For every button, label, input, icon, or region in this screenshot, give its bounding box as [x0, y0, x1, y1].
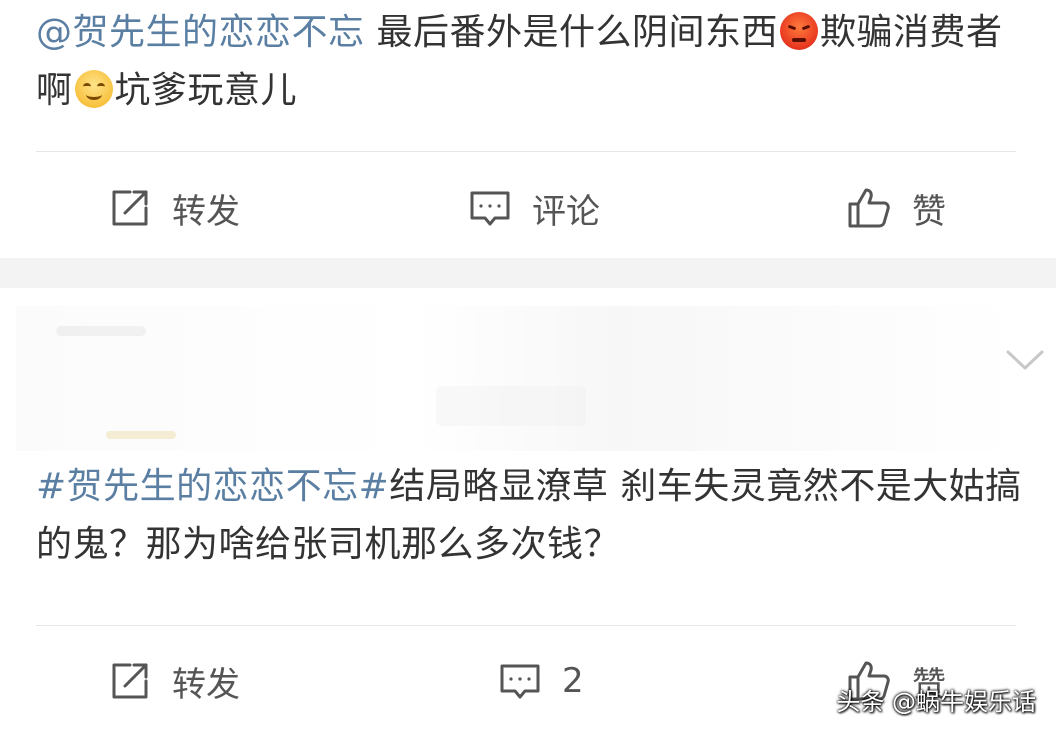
- smile-emoji-icon: [74, 70, 113, 108]
- weibo-post-1: @贺先生的恋恋不忘 最后番外是什么阴间东西欺骗消费者啊坑爹玩意儿 转发 评论: [0, 0, 1056, 258]
- divider: [36, 151, 1016, 152]
- comment-icon: [470, 191, 510, 226]
- repost-icon: [112, 663, 148, 699]
- weibo-post-2: #贺先生的恋恋不忘#结局略显潦草 刹车失灵竟然不是大姑搞的鬼？那为啥给张司机那么…: [0, 288, 1056, 737]
- repost-button[interactable]: 转发: [108, 178, 240, 238]
- blurred-user-header: [16, 306, 1016, 451]
- thumbs-up-icon: [848, 188, 890, 228]
- repost-icon: [112, 190, 148, 226]
- angry-emoji-icon: [779, 12, 818, 50]
- comment-button[interactable]: 评论: [468, 178, 600, 238]
- action-bar: 转发 评论 赞: [0, 178, 1056, 238]
- post-text: @贺先生的恋恋不忘 最后番外是什么阴间东西 欺骗消费者啊 坑爹玩意儿: [36, 4, 1026, 120]
- comment-label: 评论: [532, 191, 600, 232]
- comment-button[interactable]: 2: [498, 651, 584, 711]
- mention-link[interactable]: @贺先生的恋恋不忘: [36, 12, 365, 53]
- post-text-part: 最后番外是什么阴间东西: [364, 12, 778, 53]
- blurred-avatar-area: [56, 326, 146, 336]
- repost-label: 转发: [172, 191, 240, 232]
- comment-icon: [500, 664, 540, 699]
- divider: [36, 625, 1016, 626]
- watermark: 头条 @蜗牛娱乐话: [836, 688, 1036, 716]
- chevron-down-icon[interactable]: [1004, 346, 1046, 376]
- post-text: #贺先生的恋恋不忘#结局略显潦草 刹车失灵竟然不是大姑搞的鬼？那为啥给张司机那么…: [36, 458, 1026, 574]
- blurred-badge-area: [106, 431, 176, 439]
- comment-count: 2: [562, 661, 584, 701]
- blurred-username-area: [436, 386, 586, 426]
- repost-button[interactable]: 转发: [108, 651, 240, 711]
- like-label: 赞: [912, 191, 946, 232]
- post-text-part: 坑爹玩意儿: [114, 70, 298, 111]
- hashtag-link[interactable]: #贺先生的恋恋不忘#: [36, 466, 389, 507]
- like-button[interactable]: 赞: [846, 178, 946, 238]
- repost-label: 转发: [172, 664, 240, 705]
